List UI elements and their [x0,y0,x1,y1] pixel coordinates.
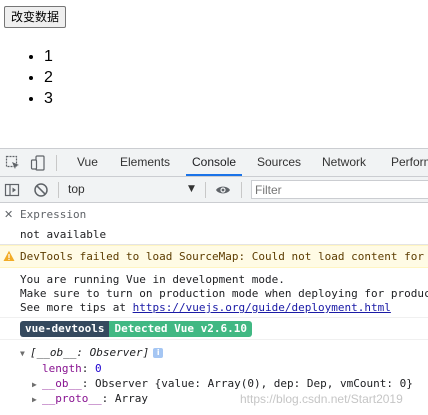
tree-root[interactable]: ▼ [__ob__: Observer] i [20,346,164,361]
list-item: 1 [44,46,53,67]
badge-detected-version: Detected Vue v2.6.10 [109,321,252,337]
toolbar-divider [241,182,242,198]
tree-prop-ob[interactable]: ▶ __ob__: Observer {value: Array(0), dep:… [32,377,413,392]
tab-console[interactable]: Console [185,149,243,176]
log-line-text: See more tips at [20,301,133,314]
tab-sources[interactable]: Sources [257,149,301,176]
chevron-down-icon[interactable]: ▼ [188,177,195,202]
tab-performance[interactable]: Perform [391,149,428,176]
tab-network[interactable]: Network [322,149,366,176]
list-item: 2 [44,67,53,88]
vue-devtools-badge: vue-devtools Detected Vue v2.6.10 [20,321,252,337]
change-data-button[interactable]: 改变数据 [4,6,67,28]
badge-devtools: vue-devtools [20,321,110,337]
log-message: You are running Vue in development mode.… [0,268,428,318]
inspect-element-icon[interactable] [5,155,21,171]
expand-triangle-icon[interactable]: ▶ [32,393,42,407]
log-line: You are running Vue in development mode. [20,273,285,286]
expression-label[interactable]: Expression [20,208,86,221]
toggle-sidebar-icon[interactable] [4,182,20,198]
prop-value: Observer {value: Array(0), dep: Dep, vmC… [95,377,413,390]
log-line: See more tips at https://vuejs.org/guide… [20,301,391,315]
prop-value: 0 [95,362,102,375]
console-toolbar: top ▼ [0,177,428,203]
prop-value: Array [114,392,148,405]
log-line: Make sure to turn on production mode whe… [20,287,428,300]
context-selector[interactable]: top [68,177,85,202]
filter-input[interactable] [251,180,428,199]
prop-key: length [42,362,82,375]
prop-key: __ob__ [42,377,82,390]
expression-value: not available [20,228,107,241]
expand-triangle-icon[interactable]: ▶ [32,378,42,392]
number-list: 1 2 3 [0,46,53,109]
devtools-tab-bar: Vue Elements Console Sources Network Per… [0,148,428,177]
clear-console-icon[interactable] [33,182,49,198]
tab-elements[interactable]: Elements [120,149,170,176]
tab-vue[interactable]: Vue [77,149,98,176]
device-toolbar-icon[interactable] [30,155,46,171]
toolbar-divider [205,182,206,198]
live-expression: ✕ Expression not available [0,203,428,245]
toolbar-divider [58,182,59,198]
warning-message: DevTools failed to load SourceMap: Could… [0,245,428,268]
toolbar-divider [56,155,57,171]
info-icon: i [153,348,164,358]
expand-triangle-icon[interactable]: ▼ [20,347,30,361]
close-icon[interactable]: ✕ [4,208,13,221]
list-item: 3 [44,88,53,109]
warning-icon [3,250,15,261]
tree-prop-proto[interactable]: ▶ __proto__: Array [32,392,148,407]
warning-text: DevTools failed to load SourceMap: Could… [20,250,424,263]
live-expression-eye-icon[interactable] [215,182,231,198]
watermark: https://blog.csdn.net/Start2019 [240,392,403,406]
tree-root-label: [__ob__: Observer] [30,346,150,359]
prop-key: __proto__ [42,392,102,405]
deployment-link[interactable]: https://vuejs.org/guide/deployment.html [133,301,391,314]
tree-prop-length: length: 0 [42,362,102,375]
